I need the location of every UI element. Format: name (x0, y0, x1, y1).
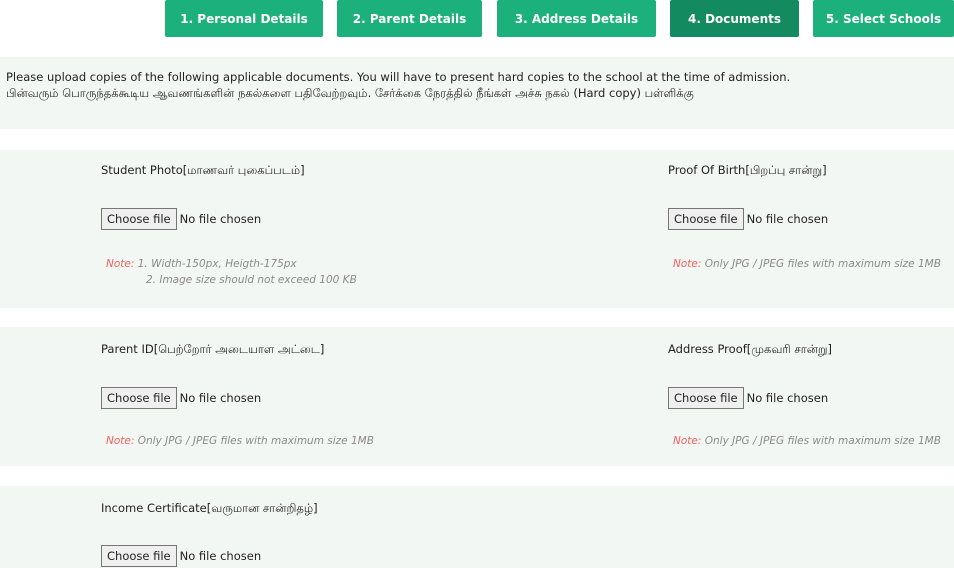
parent-id-choose-file-button[interactable]: Choose file (101, 387, 177, 409)
proof-of-birth-file-input: Choose file No file chosen (668, 208, 828, 230)
parent-id-note-text: Only JPG / JPEG files with maximum size … (134, 435, 374, 447)
parent-id-note: Note: Only JPG / JPEG files with maximum… (106, 433, 374, 449)
step-parent-details[interactable]: 2. Parent Details (337, 0, 482, 37)
step-address-details[interactable]: 3. Address Details (497, 0, 656, 37)
proof-of-birth-note-text: Only JPG / JPEG files with maximum size … (701, 258, 941, 270)
note-label: Note: (106, 435, 135, 447)
student-photo-field: Student Photo[மாணவர் புகைப்படம்] (101, 162, 305, 178)
instructions-tamil: பின்வரும் பொருந்தக்கூடிய ஆவணங்களின் நகல்… (6, 86, 694, 100)
upload-instructions: Please upload copies of the following ap… (0, 57, 954, 129)
parent-id-no-file-text: No file chosen (179, 391, 262, 405)
documents-row-3: Income Certificate[வருமான சான்றிதழ்] Cho… (0, 486, 954, 568)
student-photo-choose-file-button[interactable]: Choose file (101, 208, 177, 230)
note-label: Note: (106, 258, 135, 270)
proof-of-birth-note: Note: Only JPG / JPEG files with maximum… (673, 256, 941, 272)
student-photo-label: Student Photo[மாணவர் புகைப்படம்] (101, 163, 305, 177)
parent-id-file-input: Choose file No file chosen (101, 387, 261, 409)
note-label: Note: (673, 258, 702, 270)
step-navigation: 1. Personal Details 2. Parent Details 3.… (0, 0, 954, 40)
address-proof-note-text: Only JPG / JPEG files with maximum size … (701, 435, 941, 447)
proof-of-birth-field: Proof Of Birth[பிறப்பு சான்று] (668, 162, 827, 178)
student-photo-note-line2: 2. Image size should not exceed 100 KB (146, 274, 357, 286)
address-proof-note: Note: Only JPG / JPEG files with maximum… (673, 433, 941, 449)
step-personal-details[interactable]: 1. Personal Details (165, 0, 323, 37)
documents-row-1: Student Photo[மாணவர் புகைப்படம்] Choose … (0, 150, 954, 308)
step-select-schools[interactable]: 5. Select Schools (813, 0, 954, 37)
parent-id-field: Parent ID[பெற்றோர் அடையாள அட்டை] (101, 341, 324, 357)
step-documents[interactable]: 4. Documents (670, 0, 799, 37)
address-proof-file-input: Choose file No file chosen (668, 387, 828, 409)
student-photo-note-line1: 1. Width-150px, Heigth-175px (134, 258, 297, 270)
income-certificate-choose-file-button[interactable]: Choose file (101, 545, 177, 567)
income-certificate-file-input: Choose file No file chosen (101, 545, 261, 567)
student-photo-no-file-text: No file chosen (179, 212, 262, 226)
proof-of-birth-no-file-text: No file chosen (746, 212, 829, 226)
documents-row-2: Parent ID[பெற்றோர் அடையாள அட்டை] Choose … (0, 327, 954, 466)
instructions-english: Please upload copies of the following ap… (6, 70, 791, 84)
address-proof-no-file-text: No file chosen (746, 391, 829, 405)
parent-id-label: Parent ID[பெற்றோர் அடையாள அட்டை] (101, 342, 325, 356)
address-proof-field: Address Proof[முகவரி சான்று] (668, 341, 832, 357)
student-photo-file-input: Choose file No file chosen (101, 208, 261, 230)
income-certificate-no-file-text: No file chosen (179, 549, 262, 563)
income-certificate-label: Income Certificate[வருமான சான்றிதழ்] (101, 501, 318, 515)
student-photo-note: Note: 1. Width-150px, Heigth-175px 2. Im… (106, 256, 357, 288)
income-certificate-field: Income Certificate[வருமான சான்றிதழ்] (101, 500, 318, 516)
proof-of-birth-label: Proof Of Birth[பிறப்பு சான்று] (668, 163, 827, 177)
address-proof-choose-file-button[interactable]: Choose file (668, 387, 744, 409)
note-label: Note: (673, 435, 702, 447)
address-proof-label: Address Proof[முகவரி சான்று] (668, 342, 832, 356)
proof-of-birth-choose-file-button[interactable]: Choose file (668, 208, 744, 230)
